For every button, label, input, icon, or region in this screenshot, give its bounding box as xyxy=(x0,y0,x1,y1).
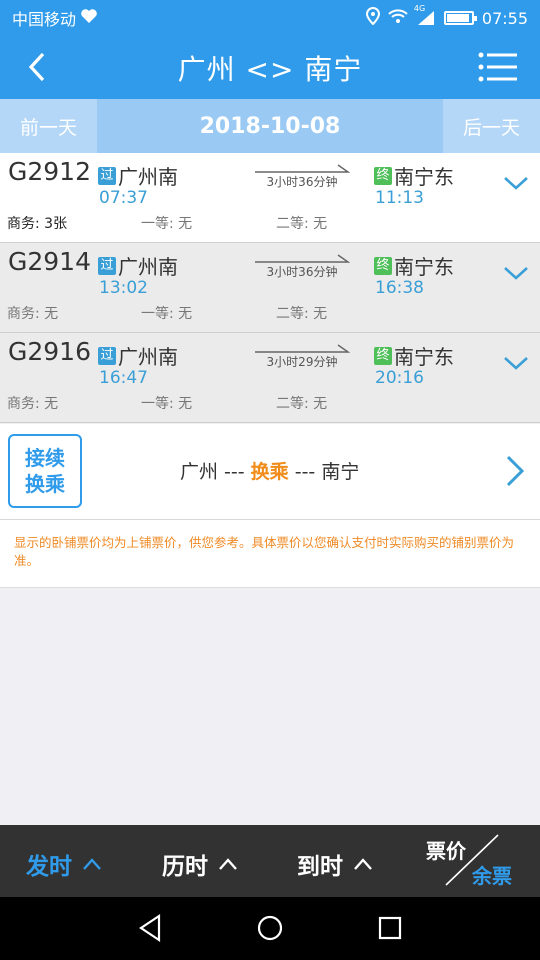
arrival-station: 终南宁东 xyxy=(374,161,454,190)
nav-back-icon[interactable] xyxy=(136,913,166,943)
seat-business: 商务: 无 xyxy=(7,396,59,412)
chevron-up-icon xyxy=(83,858,101,870)
system-nav-bar xyxy=(0,897,540,960)
header: 广州 <> 南宁 xyxy=(0,36,540,99)
chevron-down-icon[interactable] xyxy=(502,353,530,373)
carrier-name: 中国移动 xyxy=(12,10,77,29)
train-row[interactable]: G2916 过广州南 16:47 3小时29分钟 终南宁东 20:16 商务: … xyxy=(0,333,540,423)
pass-badge: 过 xyxy=(98,346,116,365)
train-row[interactable]: G2912 过广州南 07:37 3小时36分钟 终南宁东 11:13 商务: … xyxy=(0,153,540,243)
duration-arrow-icon xyxy=(255,344,350,353)
train-number: G2912 xyxy=(8,157,91,186)
departure-station-name: 广州南 xyxy=(118,165,178,189)
train-row[interactable]: G2914 过广州南 13:02 3小时36分钟 终南宁东 16:38 商务: … xyxy=(0,243,540,333)
duration: 3小时29分钟 xyxy=(266,355,338,369)
network-type: 4G xyxy=(413,4,426,13)
transfer-badge-line2: 换乘 xyxy=(25,472,65,496)
menu-button[interactable] xyxy=(478,50,518,84)
transfer-via: 换乘 xyxy=(250,461,289,483)
arrival-station: 终南宁东 xyxy=(374,341,454,370)
list-menu-icon xyxy=(478,52,517,82)
departure-station-name: 广州南 xyxy=(118,255,178,279)
signal-icon: 4G xyxy=(414,4,436,26)
chevron-right-icon[interactable] xyxy=(504,454,526,488)
status-bar: 中国移动 4G 07:55 xyxy=(0,0,540,36)
next-day-button[interactable]: 后一天 xyxy=(443,99,540,153)
duration: 3小时36分钟 xyxy=(266,265,338,279)
sort-arrival-label: 到时 xyxy=(297,854,343,880)
nav-home-icon[interactable] xyxy=(255,913,285,943)
chevron-up-icon xyxy=(219,858,237,870)
duration-arrow-icon xyxy=(255,254,350,263)
duration-arrow-icon xyxy=(255,164,350,173)
seat-first-class: 一等: 无 xyxy=(141,216,193,232)
transfer-badge: 接续 换乘 xyxy=(8,434,82,508)
duration: 3小时36分钟 xyxy=(266,175,338,189)
transfer-row[interactable]: 接续 换乘 广州 --- 换乘 --- 南宁 xyxy=(0,424,540,520)
app: 中国移动 4G 07:55 广州 <> 南宁 前一天 2018-10-08 后一… xyxy=(0,0,540,960)
location-icon xyxy=(365,6,380,29)
battery-icon xyxy=(443,11,477,25)
sort-by-duration[interactable]: 历时 xyxy=(162,847,238,881)
terminal-badge: 终 xyxy=(374,346,392,365)
train-number: G2916 xyxy=(8,337,91,366)
transfer-to: --- 南宁 xyxy=(294,461,360,483)
departure-station: 过广州南 xyxy=(98,161,178,190)
arrival-station-name: 南宁东 xyxy=(394,345,454,369)
seat-first-class: 一等: 无 xyxy=(141,396,193,412)
prev-day-button[interactable]: 前一天 xyxy=(0,99,97,153)
pass-badge: 过 xyxy=(98,256,116,275)
arrival-station-name: 南宁东 xyxy=(394,165,454,189)
current-date[interactable]: 2018-10-08 xyxy=(200,114,341,139)
seat-business: 商务: 3张 xyxy=(7,216,68,232)
status-right: 4G 07:55 xyxy=(365,4,528,29)
arrival-time: 16:38 xyxy=(375,278,424,298)
seat-first-class: 一等: 无 xyxy=(141,306,193,322)
seat-business: 商务: 无 xyxy=(7,306,59,322)
status-left: 中国移动 xyxy=(12,6,98,30)
seat-second-class: 二等: 无 xyxy=(276,216,328,232)
departure-station: 过广州南 xyxy=(98,251,178,280)
sort-by-departure[interactable]: 发时 xyxy=(26,847,102,881)
transfer-badge-line1: 接续 xyxy=(25,446,65,470)
heart-icon xyxy=(80,8,98,28)
chevron-left-icon xyxy=(28,52,45,82)
wifi-icon xyxy=(388,8,408,28)
departure-station: 过广州南 xyxy=(98,341,178,370)
transfer-route: 广州 --- 换乘 --- 南宁 xyxy=(180,457,359,484)
seat-second-class: 二等: 无 xyxy=(276,396,328,412)
transfer-from: 广州 --- xyxy=(180,461,245,483)
sort-duration-label: 历时 xyxy=(162,854,208,880)
departure-station-name: 广州南 xyxy=(118,345,178,369)
seat-second-class: 二等: 无 xyxy=(276,306,328,322)
clock: 07:55 xyxy=(481,8,528,28)
sort-bar: 发时 历时 到时 票价 余票 xyxy=(0,825,540,897)
terminal-badge: 终 xyxy=(374,256,392,275)
terminal-badge: 终 xyxy=(374,166,392,185)
departure-time: 07:37 xyxy=(99,188,148,208)
back-button[interactable] xyxy=(20,50,54,84)
departure-time: 13:02 xyxy=(99,278,148,298)
chevron-down-icon[interactable] xyxy=(502,263,530,283)
chevron-down-icon[interactable] xyxy=(502,173,530,193)
arrival-station: 终南宁东 xyxy=(374,251,454,280)
train-number: G2914 xyxy=(8,247,91,276)
arrival-time: 11:13 xyxy=(375,188,424,208)
sort-by-arrival[interactable]: 到时 xyxy=(297,847,373,881)
arrival-station-name: 南宁东 xyxy=(394,255,454,279)
pass-badge: 过 xyxy=(98,166,116,185)
sort-departure-label: 发时 xyxy=(26,854,72,880)
remaining-label: 余票 xyxy=(472,864,512,888)
arrival-time: 20:16 xyxy=(375,368,424,388)
departure-time: 16:47 xyxy=(99,368,148,388)
chevron-up-icon xyxy=(354,858,372,870)
nav-recents-icon[interactable] xyxy=(375,913,405,943)
page-title: 广州 <> 南宁 xyxy=(177,52,363,86)
price-note: 显示的卧铺票价均为上铺票价，供您参考。具体票价以您确认支付时实际购买的铺别票价为… xyxy=(0,520,540,588)
date-bar: 前一天 2018-10-08 后一天 xyxy=(0,99,540,153)
